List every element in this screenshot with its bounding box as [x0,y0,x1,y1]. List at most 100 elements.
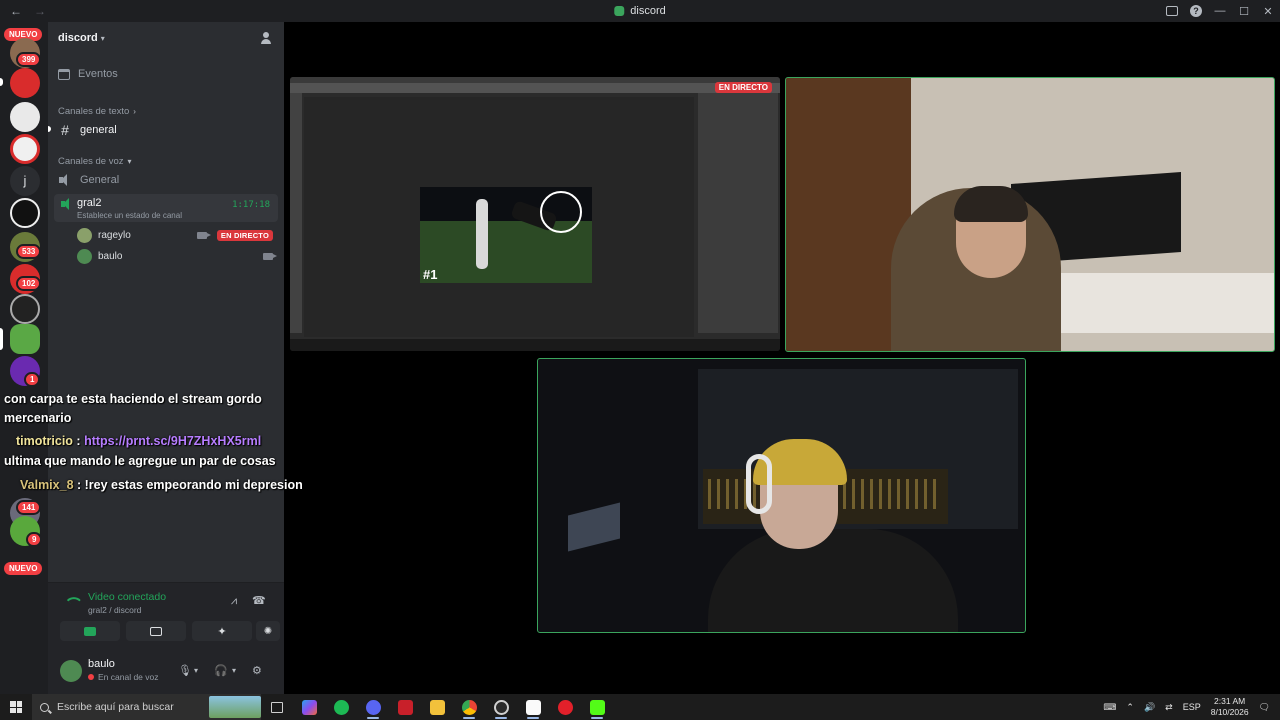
headphones-icon[interactable]: 🎧 [214,664,228,677]
camera-tile[interactable] [537,358,1026,633]
connection-status[interactable]: Video conectado [88,591,166,603]
discord-logo-icon [614,6,625,16]
start-button[interactable] [0,694,32,720]
taskbar-app[interactable] [293,694,325,720]
clock-time: 2:31 AM [1214,696,1246,706]
chevron-up-icon[interactable]: ⌃ [1126,702,1134,713]
camera-button[interactable] [60,621,120,641]
stream-toolbar [290,93,302,333]
camera-icon [84,626,96,636]
category-label: Canales de texto [58,106,130,117]
live-badge: EN DIRECTO [216,229,273,241]
avatar[interactable] [60,660,82,682]
invite-user-icon[interactable] [261,31,274,45]
taskbar-app[interactable] [549,694,581,720]
taskbar-app[interactable] [389,694,421,720]
opera-icon [557,699,573,715]
forward-arrow-icon[interactable]: → [34,4,46,18]
calendar-icon [58,68,70,80]
guild-header[interactable]: discord ▾ [48,22,284,54]
camera-tile[interactable] [785,77,1275,352]
keyboard-icon[interactable]: ⌨ [1103,702,1116,713]
events-label: Eventos [78,68,118,80]
events-item[interactable]: Eventos [48,66,128,82]
taskbar-app[interactable] [421,694,453,720]
taskbar-app[interactable] [485,694,517,720]
server-icon[interactable]: j [10,166,40,196]
guild-name[interactable]: discord ▾ [58,32,105,44]
task-view-icon [271,701,283,713]
text-channels-category[interactable]: Canales de texto › [48,106,136,117]
search-placeholder: Escribe aquí para buscar [57,701,174,713]
chat-message: mercenario [4,411,72,425]
voice-channel-gral2[interactable]: gral2 Establece un estado de canal 1:17:… [54,194,278,222]
server-icon[interactable] [10,198,40,228]
monitor-glow [568,502,620,552]
taskbar-app[interactable] [581,694,613,720]
stream-image: #1 [420,187,592,283]
chat-separator: : [72,434,85,448]
voice-member[interactable]: rageylo EN DIRECTO [77,226,273,244]
taskbar-app[interactable] [357,694,389,720]
member-name: baulo [98,250,123,262]
channel-general-text[interactable]: # general [48,122,127,138]
chevron-down-icon[interactable]: ▾ [232,666,236,675]
voice-channels-category[interactable]: Canales de voz ▾ [48,156,132,167]
taskbar-app[interactable] [453,694,485,720]
chat-message: Valmix_8 : !rey estas empeorando mi depr… [20,478,303,492]
network-icon[interactable]: ⇄ [1165,702,1173,713]
task-view-button[interactable] [261,694,293,720]
chat-link[interactable]: https://prnt.sc/9H7ZHxHX5rml [84,434,261,448]
discord-app-icon [365,699,381,715]
chevron-down-icon[interactable]: ▾ [194,666,198,675]
chevron-down-icon: ▾ [127,157,132,166]
server-icon[interactable] [10,134,40,164]
hash-icon: # [61,122,69,138]
microphone-icon[interactable]: 🎙 [178,664,192,677]
connection-channel[interactable]: gral2 / discord [88,605,141,615]
channel-status-text[interactable]: Establece un estado de canal [77,211,182,220]
taskbar-app[interactable] [325,694,357,720]
username[interactable]: baulo [88,658,115,670]
voice-member[interactable]: baulo [77,247,277,265]
disconnect-icon[interactable]: ☎ [252,595,266,607]
title-bar: ← → discord ? — ☐ ✕ [0,0,1280,22]
windows-logo-icon [10,701,22,713]
chat-message: ultima que mando le agregue un par de co… [4,454,276,468]
screen-share-tile[interactable]: #1 EN DIRECTO [290,77,780,351]
unread-badge: 1 [24,372,41,387]
server-icon-selected[interactable] [10,324,40,354]
server-icon[interactable] [10,294,40,324]
volume-icon[interactable]: 🔊 [1144,702,1155,713]
clock[interactable]: 2:31 AM 8/10/2026 [1211,696,1249,718]
maximize-button[interactable]: ☐ [1232,5,1256,18]
inbox-icon[interactable] [1166,6,1178,16]
server-icon[interactable] [10,68,40,98]
unread-badge: 399 [16,52,42,67]
minimize-button[interactable]: — [1208,5,1232,17]
signal-icon[interactable] [66,592,81,608]
system-tray: ⌨ ⌃ 🔊 ⇄ ESP 2:31 AM 8/10/2026 🗨 [1103,694,1280,720]
clip-number: #1 [423,267,438,282]
activities-button[interactable]: ✦ [192,621,252,641]
language-indicator[interactable]: ESP [1183,702,1201,712]
chrome-icon [461,699,477,715]
player-figure [476,199,488,269]
user-status: En canal de voz [98,672,159,682]
share-screen-button[interactable] [126,621,186,641]
server-icon[interactable] [10,102,40,132]
channel-name: gral2 [77,197,102,209]
close-button[interactable]: ✕ [1256,5,1280,18]
voice-channel-general[interactable]: General [48,172,129,188]
settings-gear-icon[interactable]: ⚙ [252,664,262,677]
back-arrow-icon[interactable]: ← [10,4,22,18]
notifications-icon[interactable]: 🗨 [1259,702,1270,713]
taskbar-search[interactable]: Escribe aquí para buscar [32,694,261,720]
taskbar-app[interactable] [517,694,549,720]
soundboard-button[interactable]: ✺ [256,621,280,641]
window-controls: ? — ☐ ✕ [1160,0,1280,22]
avatar [77,227,92,243]
help-icon[interactable]: ? [1190,5,1202,17]
unread-badge: 533 [16,244,42,259]
noise-suppression-icon[interactable]: ⩘ [228,595,240,607]
